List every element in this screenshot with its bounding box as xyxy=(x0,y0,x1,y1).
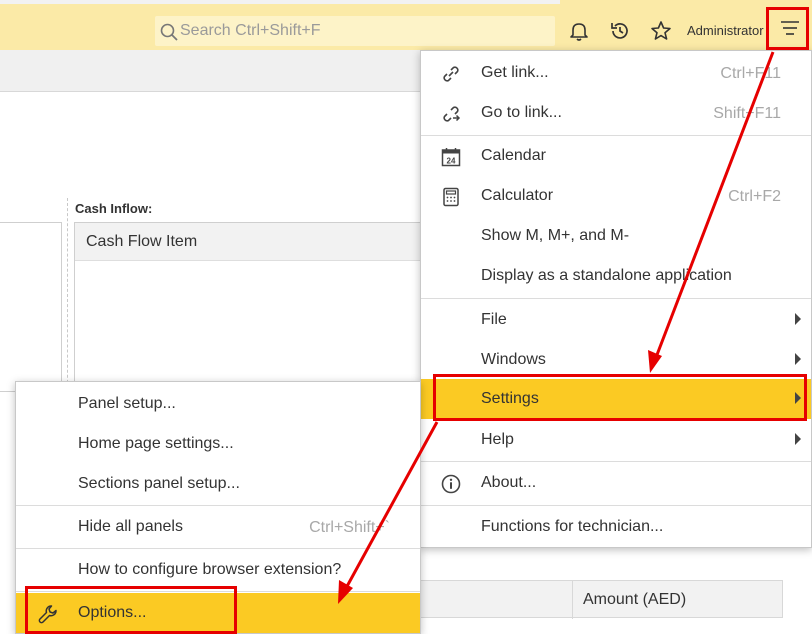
annotation-arrowhead xyxy=(648,350,662,373)
annotation-arrow xyxy=(653,51,775,361)
annotation-arrowhead xyxy=(338,580,353,604)
annotation-arrows xyxy=(338,51,775,604)
annotation-arrow xyxy=(343,421,439,591)
